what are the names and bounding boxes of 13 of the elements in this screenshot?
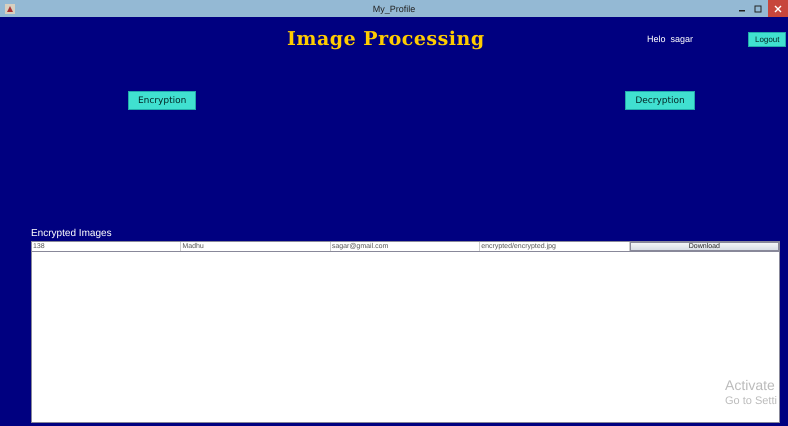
logout-button[interactable]: Logout xyxy=(748,32,786,46)
section-title: Encrypted Images xyxy=(31,228,112,239)
close-button[interactable] xyxy=(768,0,788,17)
activation-notice: Go to Setti xyxy=(725,395,777,407)
maximize-icon[interactable] xyxy=(752,4,764,14)
app-title: Image Processing xyxy=(287,28,486,50)
window-title: My_Profile xyxy=(372,4,416,14)
activation-notice: Activate xyxy=(725,377,776,393)
action-button[interactable]: Decryption xyxy=(625,91,695,110)
action-button[interactable]: Encryption xyxy=(128,91,196,110)
close-icon xyxy=(774,4,782,12)
app-icon xyxy=(5,4,15,14)
greeting: Helo sagar xyxy=(647,34,694,44)
